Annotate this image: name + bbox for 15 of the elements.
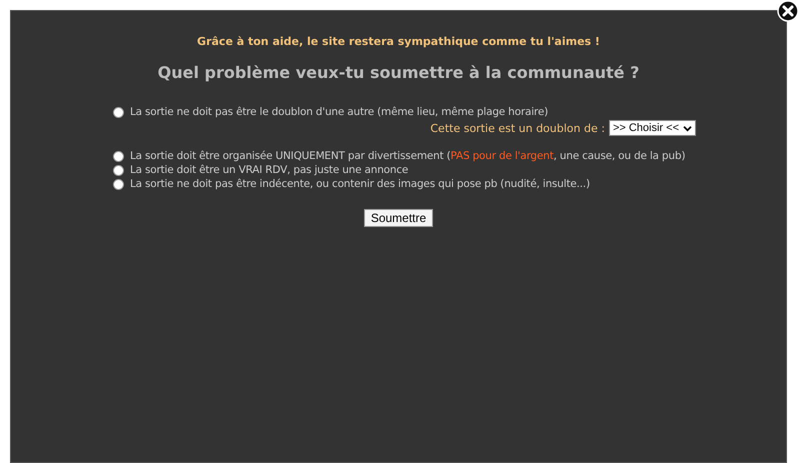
radio-button[interactable] [113,106,124,118]
option-label: La sortie doit être organisée UNIQUEMENT par divertissement (PAS pour de l'argent, une cause, ou de la pub) [130,150,686,162]
dialog-title: Quel problème veux-tu soumettre à la communauté ? [156,63,640,82]
option-label: La sortie ne doit pas être indécente, ou contenir des images qui pose pb (nudité, insulte...) [130,178,590,190]
close-icon[interactable] [777,0,799,22]
duplicate-dropdown[interactable]: >> Choisir << [608,120,696,136]
radio-button[interactable] [113,178,124,190]
chevron-icon [683,124,692,132]
radio-button[interactable] [113,150,124,162]
duplicate-label: Cette sortie est un doublon de : [430,122,605,134]
option-label: La sortie doit être un VRAI RDV, pas juste une annonce [130,164,408,176]
submit-button[interactable]: Soumettre [364,209,434,227]
option-label: La sortie ne doit pas être le doublon d'une autre (même lieu, même plage horaire) [130,106,548,118]
dialog-subtitle: Grâce à ton aide, le site restera sympathique comme tu l'aimes ! [196,35,601,48]
radio-button[interactable] [113,164,124,176]
